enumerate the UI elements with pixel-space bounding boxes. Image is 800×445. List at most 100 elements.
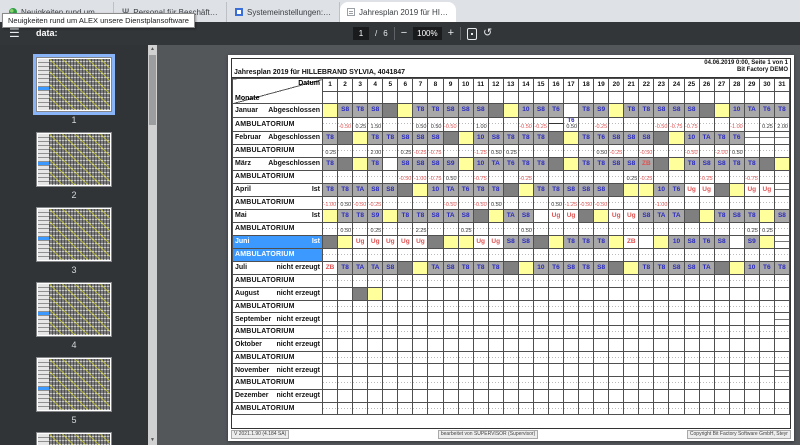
day-cell (397, 103, 414, 118)
day-cell: S8 (638, 130, 655, 145)
ambu-cell (427, 401, 444, 415)
toolbar-divider (460, 27, 462, 40)
ambu-cell (743, 196, 760, 210)
ambu-cell (683, 350, 700, 364)
ambu-cell (517, 248, 534, 262)
zoom-level[interactable]: 100% (413, 27, 442, 40)
thumbnail-page-6[interactable] (36, 432, 112, 445)
ambu-cell (773, 196, 791, 210)
sidebar-scrollbar[interactable]: ▲ ▼ (148, 45, 157, 445)
ambu-cell (728, 401, 745, 415)
ambu-cell (668, 222, 685, 236)
day-cell (427, 363, 444, 377)
ambu-cell (743, 401, 760, 415)
ambu-cell (653, 299, 670, 313)
ambu-cell: 0.50 (427, 116, 444, 132)
thumbnail-number: 3 (71, 265, 77, 275)
ambu-cell (382, 299, 399, 313)
ambu-cell (321, 299, 339, 313)
day-cell: T6 (547, 260, 565, 275)
ambu-cell (698, 116, 715, 132)
day-cell (517, 388, 534, 403)
ambu-cell (352, 248, 369, 262)
ambu-cell (743, 248, 760, 262)
thumbnail-page-3[interactable]: 3 (36, 207, 112, 275)
ambu-cell (593, 376, 610, 390)
ambu-cell (653, 376, 670, 390)
zoom-out-button[interactable]: − (401, 28, 407, 39)
ambu-cell: 0.25 (352, 116, 369, 132)
scrollbar-thumb[interactable] (149, 55, 156, 125)
day-cell: S8 (562, 260, 580, 275)
thumbnail-image[interactable] (36, 357, 112, 412)
ambu-cell (713, 116, 730, 132)
pdf-viewport[interactable]: 04.06.2019 0:00, Seite 1 von 1 Bit Facto… (157, 45, 800, 445)
thumbnail-image[interactable] (36, 132, 112, 187)
ambu-cell (547, 274, 565, 288)
thumb-label-col (38, 359, 49, 410)
ambu-cell (442, 299, 459, 313)
tab-systemeinstellungen[interactable]: Systemeinstellungen: Bit Factory ... (228, 2, 340, 22)
day-cell (728, 234, 745, 249)
thumbnail-page-4[interactable]: 4 (36, 282, 112, 350)
ambu-cell: -0.25 (593, 116, 610, 132)
ambu-cell: 0.50 (337, 222, 354, 236)
thumbnail-page-5[interactable]: 5 (36, 357, 112, 425)
day-cell: T8 (321, 130, 339, 145)
ambu-cell: 2.25 (412, 222, 429, 236)
ambu-cell (773, 325, 791, 339)
day-cell: S8 (487, 130, 504, 145)
ambu-cell: -0.50 (337, 116, 354, 132)
ambu-cell (321, 325, 339, 339)
ambu-cell: -0.50 (578, 196, 595, 210)
day-cell (562, 286, 580, 301)
day-cell: Ug (562, 208, 580, 223)
thumbnail-image[interactable] (36, 432, 112, 445)
zoom-in-button[interactable]: + (448, 28, 454, 39)
tab-jahresplan[interactable]: Jahresplan 2019 für HILLEBRAN... (340, 2, 456, 22)
day-cell: 10 (532, 260, 549, 275)
thumbnail-page-2[interactable]: 2 (36, 132, 112, 200)
day-cell: T8 (578, 156, 595, 171)
ambu-cell (668, 350, 685, 364)
day-header: 6 (397, 78, 414, 92)
thumbnail-page-1[interactable]: 1 (36, 57, 112, 125)
day-cell (382, 312, 399, 326)
day-cell (683, 312, 700, 326)
day-cell: T8 (321, 182, 339, 197)
menu-icon[interactable]: ☰ (9, 27, 22, 40)
fit-page-icon[interactable] (467, 27, 478, 40)
thumbnail-image[interactable] (36, 207, 112, 262)
ambu-cell (728, 170, 745, 184)
ambu-cell (412, 401, 429, 415)
day-cell (713, 337, 730, 352)
ambu-cell (773, 350, 791, 364)
rotate-icon[interactable]: ↺ (483, 28, 492, 39)
ambu-cell (487, 116, 504, 132)
thumb-label-col (38, 134, 49, 185)
day-cell: 10 (683, 130, 700, 145)
day-cell (412, 182, 429, 197)
ambu-cell (743, 299, 760, 313)
monat-empty-cell (457, 90, 474, 104)
ambu-cell: 0.25 (457, 222, 474, 236)
day-cell: T8 (653, 260, 670, 275)
thumb-grid (49, 59, 110, 110)
day-cell (547, 312, 565, 326)
day-cell (472, 208, 489, 223)
scroll-down-icon[interactable]: ▼ (148, 436, 157, 445)
ambu-cell (713, 350, 730, 364)
day-cell: T8 (472, 260, 489, 275)
monat-empty-cell (367, 90, 384, 104)
ambu-cell (683, 274, 700, 288)
ambu-cell: 0.50 (728, 144, 745, 158)
day-cell: T6 (758, 103, 775, 118)
ambu-cell (412, 274, 429, 288)
scroll-up-icon[interactable]: ▲ (148, 45, 157, 54)
ambu-cell (683, 401, 700, 415)
page-input[interactable]: 1 (353, 27, 369, 40)
day-cell: T8 (427, 103, 444, 118)
day-cell: T8 (638, 260, 655, 275)
thumbnail-image[interactable] (36, 57, 112, 112)
thumbnail-image[interactable] (36, 282, 112, 337)
